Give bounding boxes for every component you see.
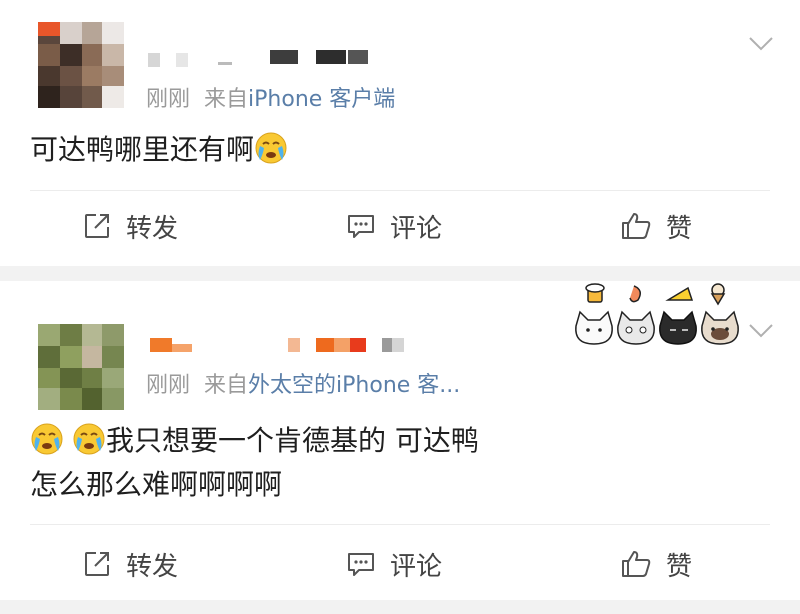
- source-link[interactable]: 外太空的iPhone 客...: [248, 373, 460, 398]
- crying-emoji-icon: [255, 132, 287, 164]
- crying-emoji-icon: [73, 423, 105, 455]
- crying-emoji-icon: [31, 423, 63, 455]
- like-icon: [622, 213, 651, 239]
- content-line: 可达鸭哪里还有啊: [30, 133, 255, 166]
- action-bar: 转发 评论 赞: [0, 544, 800, 584]
- source-link[interactable]: iPhone 客户端: [248, 87, 395, 112]
- cat-icon: [617, 310, 655, 345]
- page-bottom-separator: [0, 600, 800, 614]
- comment-label: 评论: [390, 213, 443, 244]
- chevron-down-icon[interactable]: [748, 36, 774, 52]
- comment-label: 评论: [390, 551, 443, 582]
- comment-button[interactable]: 评论: [346, 206, 442, 246]
- username-redacted[interactable]: [150, 336, 420, 356]
- post-separator: [0, 266, 800, 281]
- weibo-post-1: 刚刚 来自iPhone 客户端 可达鸭哪里还有啊 转发 评论 赞: [0, 0, 800, 266]
- post-meta: 刚刚 来自外太空的iPhone 客...: [146, 367, 460, 399]
- content-line: 我只想要一个肯德基的 可达鸭: [30, 419, 479, 463]
- repost-label: 转发: [126, 551, 179, 582]
- beer-icon: [585, 283, 605, 303]
- source-prefix: 来自: [204, 87, 249, 112]
- cheese-icon: [665, 286, 694, 301]
- post-content: 可达鸭哪里还有啊: [30, 128, 288, 172]
- post-time: 刚刚: [146, 87, 191, 112]
- shrimp-icon: [629, 285, 641, 303]
- like-button[interactable]: 赞: [620, 206, 692, 246]
- cat-icon: [701, 310, 739, 345]
- divider: [30, 190, 770, 191]
- like-label: 赞: [666, 551, 693, 582]
- repost-icon: [85, 214, 109, 238]
- like-button[interactable]: 赞: [620, 544, 692, 584]
- avatar[interactable]: [38, 324, 124, 410]
- icecream-icon: [710, 283, 726, 306]
- chevron-down-icon[interactable]: [748, 323, 774, 339]
- comment-button[interactable]: 评论: [346, 544, 442, 584]
- repost-button[interactable]: 转发: [82, 544, 178, 584]
- post-time: 刚刚: [146, 373, 191, 398]
- cat-sticker-decoration: [575, 283, 739, 345]
- repost-icon: [85, 552, 109, 576]
- repost-button[interactable]: 转发: [82, 206, 178, 246]
- divider: [30, 524, 770, 525]
- post-content: 我只想要一个肯德基的 可达鸭 怎么那么难啊啊啊啊: [30, 419, 479, 507]
- cat-icon: [659, 310, 697, 345]
- avatar[interactable]: [38, 22, 124, 108]
- action-bar: 转发 评论 赞: [0, 206, 800, 246]
- comment-icon: [348, 215, 374, 238]
- username-redacted[interactable]: [148, 50, 388, 70]
- post-meta: 刚刚 来自iPhone 客户端: [146, 81, 395, 113]
- like-icon: [622, 551, 651, 577]
- comment-icon: [348, 553, 374, 576]
- cat-icon: [575, 310, 613, 345]
- like-label: 赞: [666, 213, 693, 244]
- source-prefix: 来自: [204, 373, 249, 398]
- repost-label: 转发: [126, 213, 179, 244]
- content-line: 怎么那么难啊啊啊啊: [30, 468, 283, 501]
